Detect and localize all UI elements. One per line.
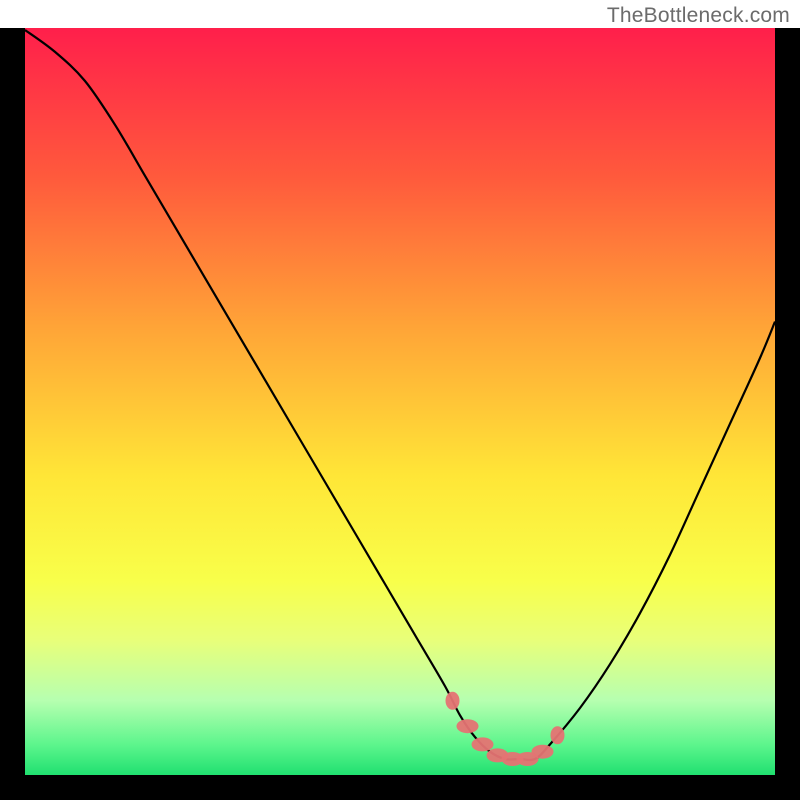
highlight-blob — [472, 737, 494, 751]
highlight-blob — [446, 692, 460, 710]
highlight-markers — [446, 692, 565, 766]
plot-frame — [0, 28, 800, 800]
curve-layer — [25, 28, 775, 775]
highlight-blob — [532, 745, 554, 759]
chart-container: TheBottleneck.com — [0, 0, 800, 800]
bottleneck-curve — [25, 30, 775, 760]
highlight-blob — [457, 719, 479, 733]
attribution-text: TheBottleneck.com — [607, 4, 790, 28]
highlight-blob — [551, 726, 565, 744]
